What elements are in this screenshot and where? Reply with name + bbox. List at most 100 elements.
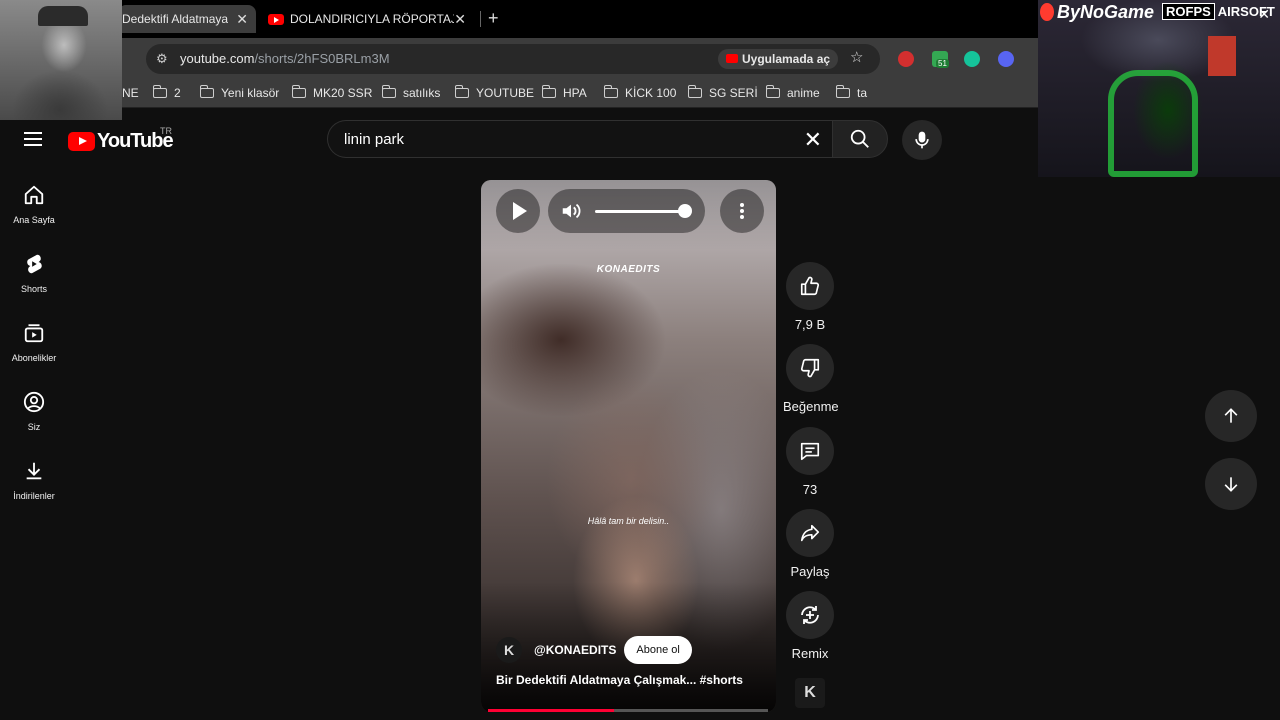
- sidebar-item-downloads[interactable]: İndirilenler: [0, 444, 68, 508]
- bookmark-item[interactable]: NE: [122, 86, 139, 100]
- channel-avatar[interactable]: K: [496, 637, 522, 663]
- tab-title: Dedektifi Aldatmaya: [122, 12, 229, 26]
- you-icon: [23, 391, 45, 413]
- folder-icon: [200, 85, 214, 98]
- subscribe-button[interactable]: Abone ol: [624, 636, 692, 664]
- bookmark-folder[interactable]: anime: [766, 85, 820, 100]
- voice-search-button[interactable]: [902, 120, 942, 160]
- sound-source-avatar[interactable]: K: [795, 678, 825, 708]
- thumbs-up-icon: [800, 276, 820, 296]
- extension-badge-icon[interactable]: 51: [932, 51, 949, 68]
- sidebar-item-label: Shorts: [20, 284, 47, 294]
- arrow-down-icon: [1224, 477, 1238, 492]
- short-title[interactable]: Bir Dedektifi Aldatmaya Çalışmak... #sho…: [496, 673, 743, 687]
- url-host: youtube.com: [180, 51, 255, 66]
- bookmark-folder[interactable]: HPA: [542, 85, 587, 100]
- like-button[interactable]: [786, 262, 834, 310]
- sponsor-logo-bynogame: ByNoGame: [1040, 2, 1154, 23]
- subscriptions-icon: [24, 324, 44, 343]
- comments-button[interactable]: [786, 427, 834, 475]
- tab-close-icon[interactable]: ✕: [236, 11, 248, 28]
- new-tab-icon[interactable]: +: [488, 8, 499, 29]
- portrait-overlay: [0, 0, 122, 120]
- bookmark-folder[interactable]: KİCK 100: [604, 85, 676, 100]
- volume-control[interactable]: [548, 189, 705, 233]
- thumbs-down-icon: [800, 358, 820, 378]
- sponsor-logo-rofps: ROFPS AIRSOFT: [1162, 3, 1275, 20]
- video-subtitle: Hâlâ tam bir delisin..: [587, 516, 670, 526]
- bookmark-star-icon[interactable]: ☆: [850, 48, 863, 66]
- bookmark-folder[interactable]: ta: [836, 85, 867, 100]
- like-action[interactable]: 7,9 B: [783, 262, 837, 332]
- shorts-icon: [27, 254, 42, 274]
- volume-slider-knob[interactable]: [678, 204, 692, 218]
- youtube-logo[interactable]: YouTube: [68, 130, 174, 153]
- folder-icon: [542, 85, 556, 98]
- menu-icon[interactable]: [24, 132, 42, 146]
- volume-slider-track[interactable]: [595, 210, 685, 213]
- dislike-label: Beğenme: [783, 399, 839, 414]
- dislike-button[interactable]: [786, 344, 834, 392]
- extension-grammarly-icon[interactable]: [964, 51, 980, 67]
- sidebar-item-you[interactable]: Siz: [0, 375, 68, 439]
- sidebar-item-shorts[interactable]: Shorts: [0, 237, 68, 301]
- bookmark-folder[interactable]: YOUTUBE: [455, 85, 534, 100]
- dislike-action[interactable]: Beğenme: [783, 344, 839, 414]
- tab-active[interactable]: Dedektifi Aldatmaya ✕: [118, 5, 256, 33]
- extension-adblock-icon[interactable]: [898, 51, 914, 67]
- folder-icon: [153, 85, 167, 98]
- search-input[interactable]: linin park ✕: [327, 120, 832, 158]
- omnibox[interactable]: ⚙ youtube.com/shorts/2hFS0BRLm3M Uygulam…: [146, 44, 880, 74]
- comment-icon: [800, 442, 820, 461]
- video-progress-fill: [488, 709, 614, 712]
- share-icon: [800, 524, 820, 542]
- share-button[interactable]: [786, 509, 834, 557]
- tab-second[interactable]: DOLANDIRICIYLA RÖPORTAJ YA ✕: [262, 5, 474, 33]
- folder-icon: [455, 85, 469, 98]
- play-button[interactable]: [496, 189, 540, 233]
- remix-action[interactable]: Remix: [783, 591, 837, 661]
- comments-action[interactable]: 73: [783, 427, 837, 497]
- bookmark-folder[interactable]: MK20 SSR: [292, 85, 372, 100]
- folder-icon: [836, 85, 850, 98]
- tab-close-icon[interactable]: ✕: [454, 11, 466, 28]
- bookmark-folder[interactable]: SG SERİ: [688, 85, 758, 100]
- folder-icon: [766, 85, 780, 98]
- volume-icon: [562, 203, 581, 219]
- sidebar-item-label: Ana Sayfa: [13, 215, 55, 225]
- bynogame-logo-icon: [1040, 3, 1054, 21]
- sidebar-item-home[interactable]: Ana Sayfa: [0, 168, 68, 232]
- site-settings-icon[interactable]: ⚙: [156, 51, 168, 67]
- webcam-overlay: ✕: [1038, 0, 1280, 177]
- bookmark-folder[interactable]: satılıks: [382, 85, 440, 100]
- bookmark-folder[interactable]: Yeni klasör: [200, 85, 279, 100]
- clear-search-icon[interactable]: ✕: [804, 127, 822, 153]
- gaming-chair: [1108, 70, 1198, 177]
- sidebar-item-label: Siz: [27, 422, 41, 432]
- search-button[interactable]: [832, 120, 888, 158]
- folder-icon: [604, 85, 618, 98]
- channel-name[interactable]: @KONAEDITS: [534, 643, 616, 657]
- region-code: TR: [160, 126, 172, 136]
- open-in-app-button[interactable]: Uygulamada aç: [718, 49, 839, 69]
- previous-short-button[interactable]: [1205, 390, 1257, 442]
- shorts-player[interactable]: KONAEDITS Hâlâ tam bir delisin.. K @KONA…: [481, 180, 776, 712]
- search-query: linin park: [344, 131, 405, 148]
- extension-discord-icon[interactable]: [998, 51, 1014, 67]
- url-text[interactable]: youtube.com/shorts/2hFS0BRLm3M: [180, 51, 390, 66]
- like-count: 7,9 B: [794, 317, 826, 332]
- sidebar-item-subscriptions[interactable]: Abonelikler: [0, 306, 68, 370]
- youtube-logo-icon: [68, 132, 95, 151]
- more-options-button[interactable]: [720, 189, 764, 233]
- remix-icon: [801, 606, 819, 624]
- bookmark-folder[interactable]: 2: [153, 85, 181, 100]
- video-progress-bar[interactable]: [488, 709, 768, 712]
- url-path: /shorts/2hFS0BRLm3M: [254, 51, 390, 66]
- video-watermark: KONAEDITS: [596, 264, 661, 275]
- remix-button[interactable]: [786, 591, 834, 639]
- portrait-cap: [38, 6, 88, 26]
- share-action[interactable]: Paylaş: [783, 509, 837, 579]
- youtube-favicon-icon: [268, 13, 284, 25]
- next-short-button[interactable]: [1205, 458, 1257, 510]
- sidebar-item-label: İndirilenler: [13, 491, 55, 501]
